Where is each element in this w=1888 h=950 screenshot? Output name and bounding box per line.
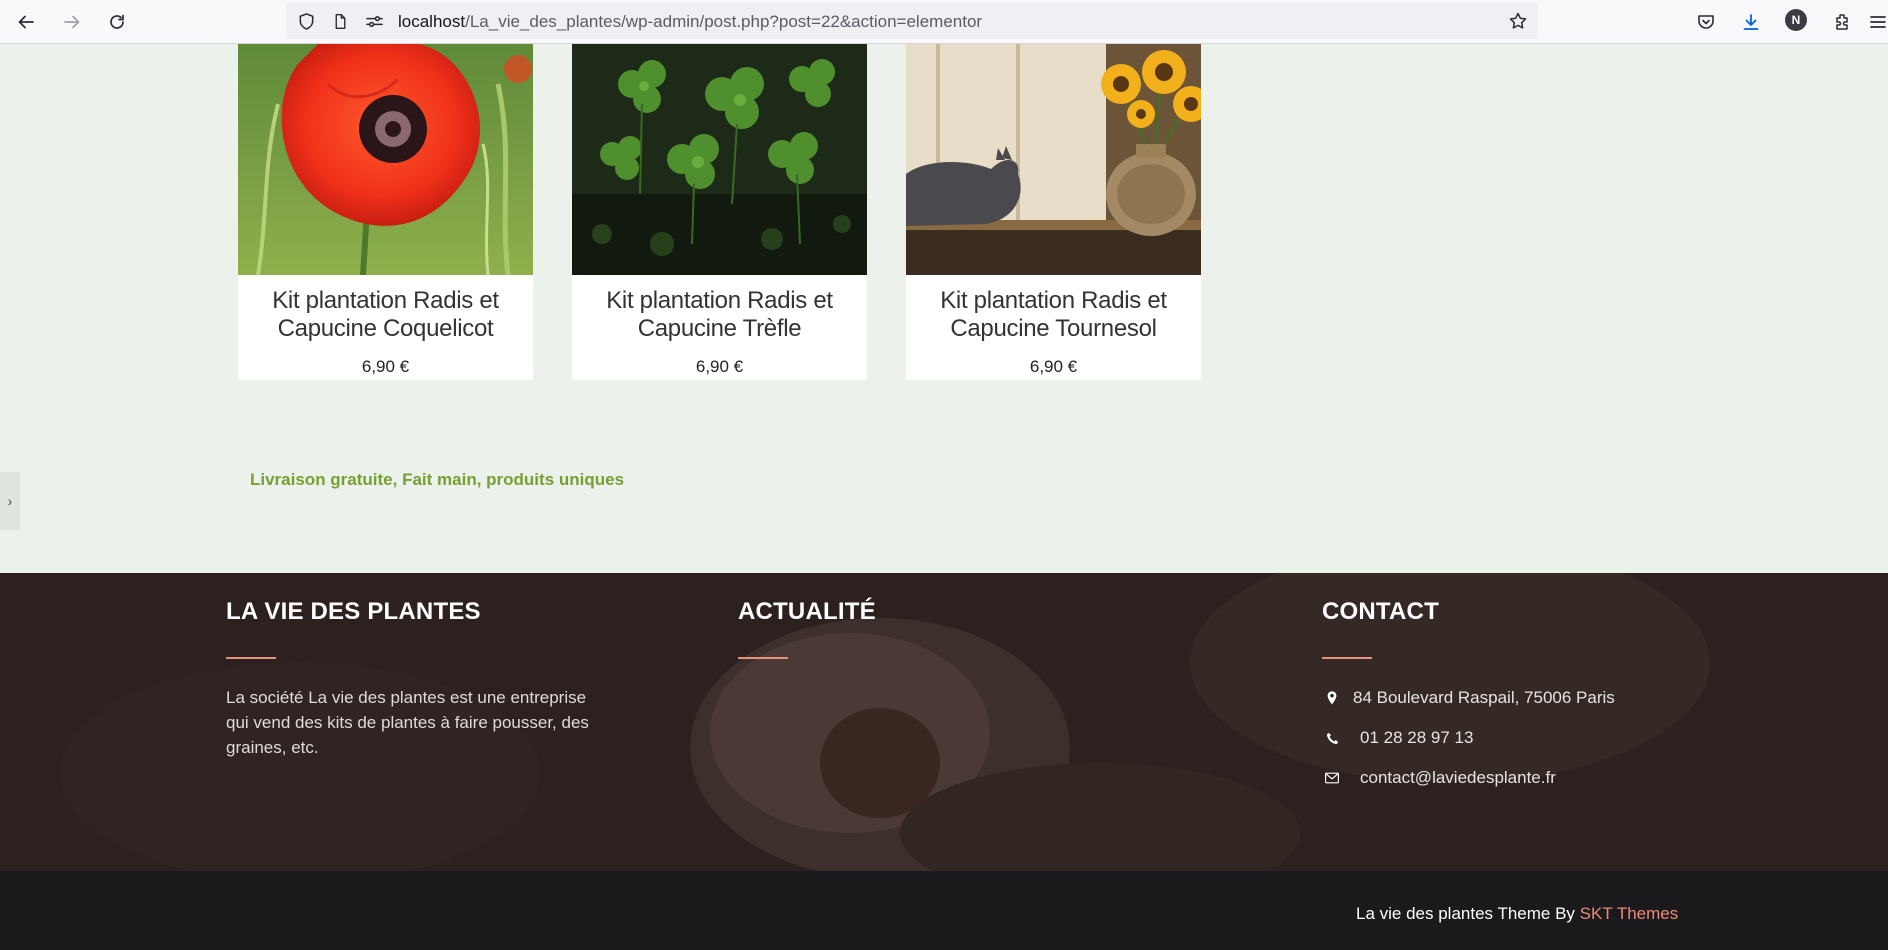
- product-name[interactable]: Kit plantation Radis et Capucine Tournes…: [906, 287, 1201, 343]
- back-icon[interactable]: [10, 6, 42, 38]
- theme-credit: La vie des plantes Theme By SKT Themes: [1356, 904, 1678, 924]
- profile-avatar[interactable]: N: [1785, 9, 1807, 31]
- product-card[interactable]: Kit plantation Radis et Capucine Tournes…: [906, 44, 1201, 380]
- url-text[interactable]: localhost/La_vie_des_plantes/wp-admin/po…: [398, 12, 982, 32]
- browser-toolbar: localhost/La_vie_des_plantes/wp-admin/po…: [0, 0, 1888, 44]
- footer-about-title: LA VIE DES PLANTES: [226, 598, 481, 625]
- permissions-icon[interactable]: [364, 11, 384, 31]
- envelope-icon: [1322, 768, 1342, 788]
- page-icon[interactable]: [330, 11, 350, 31]
- product-card[interactable]: Kit plantation Radis et Capucine Trèfle: [572, 44, 867, 380]
- product-price: 6,90 €: [361, 357, 410, 376]
- chevron-right-icon: ›: [7, 493, 13, 509]
- bookmark-star-icon[interactable]: [1508, 11, 1528, 31]
- shipping-tagline: Livraison gratuite, Fait main, produits …: [250, 470, 625, 489]
- pocket-icon[interactable]: [1690, 6, 1722, 38]
- contact-address: 84 Boulevard Raspail, 75006 Paris: [1322, 688, 1615, 708]
- contact-phone: 01 28 28 97 13: [1322, 728, 1473, 748]
- forward-icon[interactable]: [56, 6, 88, 38]
- footer-divider: [1322, 657, 1372, 659]
- reload-icon[interactable]: [101, 6, 133, 38]
- url-path: /La_vie_des_plantes/wp-admin/post.php?po…: [465, 12, 983, 31]
- product-price: 6,90 €: [1029, 357, 1078, 376]
- poppy-photo[interactable]: [238, 44, 533, 275]
- contact-email: contact@laviedesplante.fr: [1322, 768, 1556, 788]
- contact-phone-text[interactable]: 01 28 28 97 13: [1360, 728, 1473, 748]
- map-pin-icon: [1322, 688, 1342, 708]
- menu-icon[interactable]: [1868, 6, 1888, 38]
- contact-email-text[interactable]: contact@laviedesplante.fr: [1360, 768, 1556, 788]
- footer-divider: [226, 657, 276, 659]
- phone-icon: [1322, 728, 1342, 748]
- footer-divider: [738, 657, 788, 659]
- clover-photo[interactable]: [572, 44, 867, 275]
- credit-prefix: La vie des plantes Theme By: [1356, 904, 1580, 923]
- contact-address-text: 84 Boulevard Raspail, 75006 Paris: [1353, 688, 1615, 707]
- shield-icon[interactable]: [296, 11, 316, 31]
- footer-contact-title: CONTACT: [1322, 598, 1439, 625]
- product-name[interactable]: Kit plantation Radis et Capucine Trèfle: [572, 287, 867, 343]
- panel-toggle-button[interactable]: ›: [0, 472, 20, 530]
- extensions-icon[interactable]: [1826, 6, 1858, 38]
- download-icon[interactable]: [1735, 6, 1767, 38]
- product-name[interactable]: Kit plantation Radis et Capucine Coqueli…: [238, 287, 533, 343]
- footer-about-text: La société La vie des plantes est une en…: [226, 688, 589, 757]
- footer-news-title: ACTUALITÉ: [738, 598, 876, 625]
- url-host: localhost: [398, 12, 466, 31]
- skt-themes-link[interactable]: SKT Themes: [1580, 904, 1679, 923]
- sunflower-cat-photo[interactable]: [906, 44, 1201, 275]
- url-bar[interactable]: localhost/La_vie_des_plantes/wp-admin/po…: [286, 3, 1538, 39]
- product-price: 6,90 €: [695, 357, 744, 376]
- product-card[interactable]: Kit plantation Radis et Capucine Coqueli…: [238, 44, 533, 380]
